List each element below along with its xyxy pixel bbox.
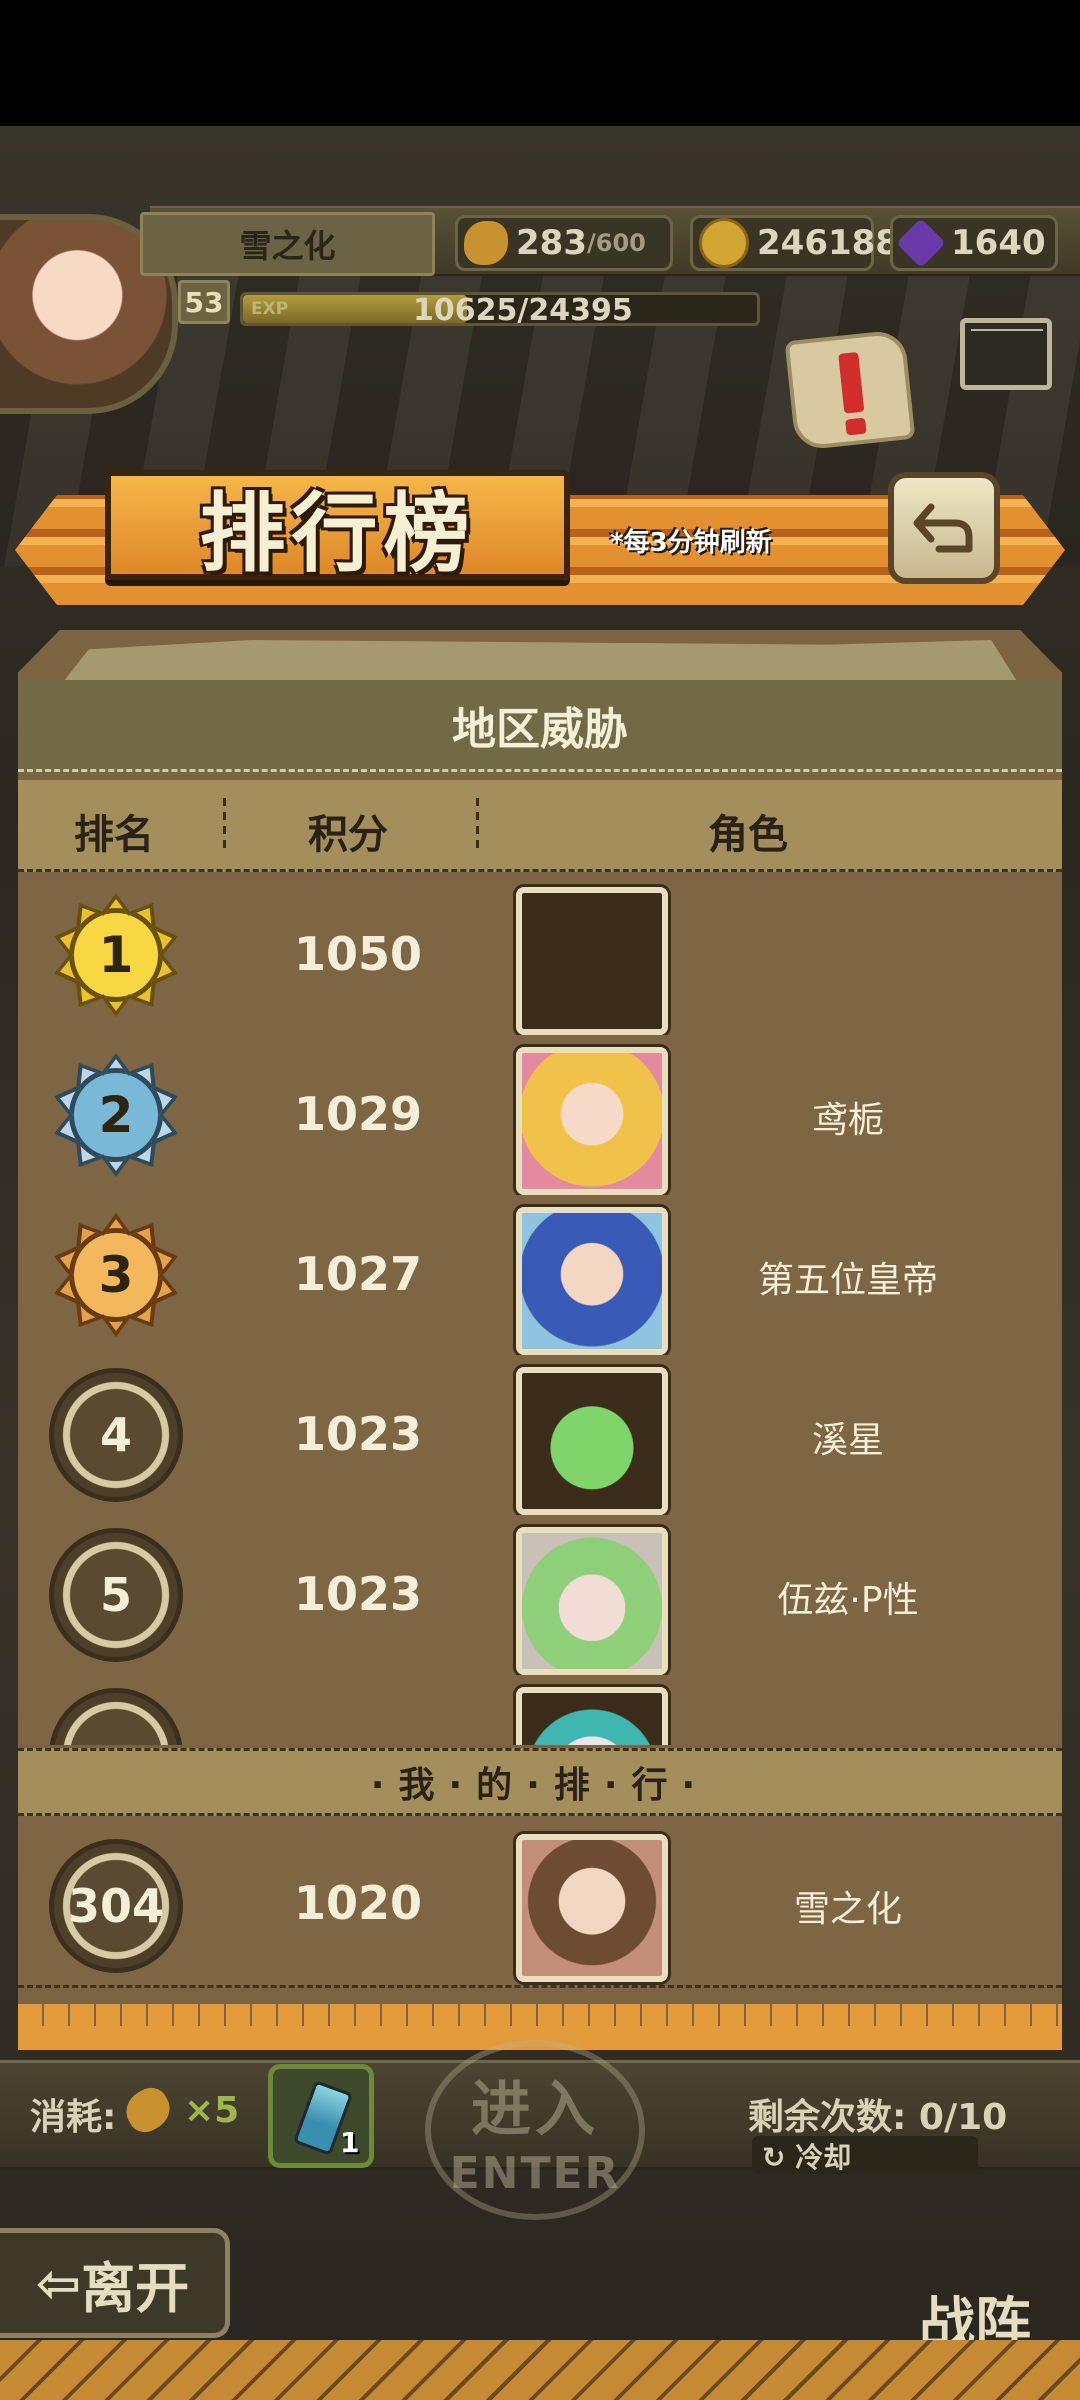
exp-label: EXP bbox=[251, 299, 289, 319]
bread-current: 283 bbox=[516, 223, 587, 263]
leaderboard-row[interactable]: 1 1050 bbox=[18, 875, 1062, 1038]
rank-number: 5 bbox=[99, 1568, 132, 1622]
player-name-cell: 伍兹·P性 bbox=[777, 1580, 919, 1621]
player-portrait[interactable] bbox=[516, 1527, 668, 1675]
leaderboard-row-partial bbox=[18, 1675, 1062, 1745]
column-headers: 排名 积分 角色 bbox=[18, 780, 1062, 872]
mail-icon[interactable] bbox=[960, 318, 1052, 390]
remaining-attempts: 剩余次数: 0/10 bbox=[748, 2097, 1008, 2138]
score-value: 1023 bbox=[293, 1567, 423, 1621]
gold-amount: 246188 bbox=[757, 223, 899, 263]
quest-scroll-icon[interactable] bbox=[784, 329, 916, 451]
player-name-cell: 第五位皇帝 bbox=[757, 1260, 938, 1301]
consume-label: 消耗: bbox=[30, 2097, 117, 2138]
player-name: 雪之化 bbox=[140, 212, 435, 276]
gold-resource[interactable]: 246188 bbox=[690, 215, 899, 271]
formation-button[interactable]: 战阵 bbox=[880, 2180, 1070, 2360]
rank-number: 1 bbox=[98, 926, 134, 984]
score-value: 1050 bbox=[293, 927, 423, 981]
player-level: 53 bbox=[178, 280, 230, 324]
my-score: 1020 bbox=[293, 1876, 423, 1930]
gold-coin-icon bbox=[699, 218, 749, 268]
player-name-cell: 溪星 bbox=[811, 1420, 884, 1461]
my-portrait[interactable] bbox=[516, 1834, 668, 1982]
bottom-decoration-strip bbox=[0, 2340, 1080, 2400]
bread-max: /600 bbox=[586, 229, 646, 257]
rank-number: 2 bbox=[98, 1086, 134, 1144]
exp-bar: EXP 10625/24395 bbox=[240, 292, 760, 328]
exp-text: 10625/24395 bbox=[413, 293, 633, 328]
rank-medal: 5 bbox=[48, 1527, 184, 1663]
player-portrait bbox=[516, 1687, 668, 1745]
refresh-note: *每3分钟刷新 bbox=[610, 528, 772, 558]
leaderboard-row[interactable]: 4 1023 溪星 bbox=[18, 1355, 1062, 1518]
column-divider bbox=[223, 798, 226, 854]
leaderboard-row[interactable]: 5 1023 伍兹·P性 bbox=[18, 1515, 1062, 1678]
cooldown-label: 冷却 bbox=[795, 2141, 852, 2174]
page-title: 排行榜 bbox=[199, 483, 476, 584]
column-divider bbox=[476, 798, 479, 854]
rank-medal: 4 bbox=[48, 1367, 184, 1503]
score-column-header: 积分 bbox=[308, 812, 388, 858]
page-title-box: 排行榜 bbox=[105, 470, 570, 584]
my-rank-number: 304 bbox=[67, 1879, 165, 1933]
potion-count: 1 bbox=[340, 2126, 360, 2159]
score-value: 1027 bbox=[293, 1247, 423, 1301]
rank-medal: 3 bbox=[48, 1207, 184, 1343]
bread-resource[interactable]: 283 /600 bbox=[455, 215, 673, 271]
role-column-header: 角色 bbox=[708, 812, 788, 858]
leave-button[interactable]: ⇦ 离开 bbox=[0, 2228, 230, 2338]
player-portrait[interactable] bbox=[516, 1367, 668, 1515]
player-name-cell: 鸢栀 bbox=[811, 1100, 884, 1141]
leave-label: 离开 bbox=[81, 2256, 190, 2320]
leaderboard-row[interactable]: 3 1027 第五位皇帝 bbox=[18, 1195, 1062, 1358]
rank-number: 3 bbox=[98, 1246, 134, 1304]
cooldown-indicator: ↻ 冷却 bbox=[752, 2136, 978, 2174]
rank-number: 4 bbox=[99, 1408, 132, 1462]
my-rank-header: ·我·的·排·行· bbox=[18, 1748, 1062, 1816]
rank-column-header: 排名 bbox=[74, 812, 154, 858]
score-value: 1023 bbox=[293, 1407, 423, 1461]
enter-label-en: ENTER bbox=[449, 2148, 621, 2199]
rank-medal: 2 bbox=[48, 1047, 184, 1183]
my-rank-row[interactable]: 304 1020 雪之化 bbox=[18, 1818, 1062, 1988]
score-value: 1029 bbox=[293, 1087, 423, 1141]
player-portrait[interactable] bbox=[516, 1047, 668, 1195]
leaderboard-row[interactable]: 2 1029 鸢栀 bbox=[18, 1035, 1062, 1198]
gem-amount: 1640 bbox=[951, 223, 1046, 263]
gem-resource[interactable]: 1640 bbox=[890, 215, 1058, 271]
rank-medal: 1 bbox=[48, 887, 184, 1023]
player-portrait[interactable] bbox=[516, 887, 668, 1035]
gem-icon bbox=[896, 218, 946, 268]
region-title: 地区威胁 bbox=[18, 680, 1062, 772]
back-button[interactable] bbox=[888, 472, 1000, 584]
return-arrow-icon bbox=[913, 503, 973, 553]
my-name: 雪之化 bbox=[793, 1889, 902, 1930]
consume-count: ×5 bbox=[184, 2090, 240, 2131]
ranking-list[interactable]: 1 1050 2 1029 鸢栀 3 1027 第五位皇帝 4 1023 溪星 5 1023 伍兹·P性 bbox=[18, 875, 1062, 1745]
enter-label-cn: 进入 bbox=[471, 2075, 599, 2145]
player-portrait[interactable] bbox=[516, 1207, 668, 1355]
enter-button[interactable]: 进入 ENTER bbox=[425, 2040, 645, 2220]
bread-icon bbox=[464, 221, 508, 265]
rank-medal: 304 bbox=[48, 1838, 184, 1974]
rank-medal bbox=[48, 1687, 184, 1745]
